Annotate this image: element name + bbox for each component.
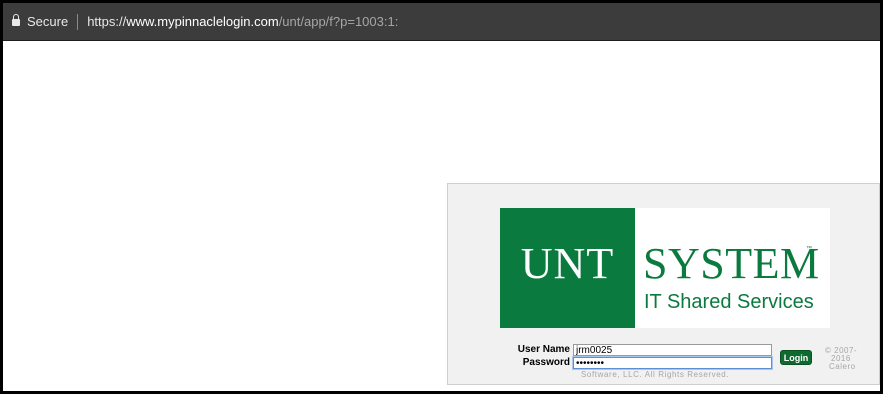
password-input[interactable] — [573, 357, 772, 369]
copyright-bottom: Software, LLC. All Rights Reserved. — [581, 370, 730, 379]
secure-label[interactable]: Secure — [27, 14, 68, 29]
lock-icon[interactable] — [12, 13, 20, 28]
logo-system-text: SYSTEM — [643, 239, 820, 288]
browser-window: Secure https://www.mypinnaclelogin.com/u… — [0, 0, 883, 394]
address-bar[interactable]: Secure https://www.mypinnaclelogin.com/u… — [3, 3, 880, 41]
login-panel: UNT SYSTEM ™ IT Shared Services User Nam… — [447, 183, 880, 385]
copyright-line: Calero — [829, 362, 856, 371]
username-input[interactable] — [573, 344, 772, 356]
logo-unt-text: UNT — [520, 239, 615, 288]
password-label: Password — [522, 357, 570, 368]
address-bar-divider — [77, 13, 79, 30]
copyright-side: © 2007- 2016 Calero — [825, 347, 867, 371]
url-path: /unt/app/f?p=1003:1: — [278, 14, 399, 29]
url-text[interactable]: https://www.mypinnaclelogin.com/unt/app/… — [87, 14, 398, 29]
url-host: www.mypinnaclelogin.com — [126, 14, 279, 29]
url-scheme: https:// — [87, 14, 127, 29]
logo-subtitle: IT Shared Services — [644, 291, 814, 313]
username-label: User Name — [517, 344, 570, 355]
logo-trademark: ™ — [806, 246, 812, 252]
login-button[interactable]: Login — [780, 350, 812, 365]
unt-system-logo: UNT SYSTEM ™ IT Shared Services — [500, 208, 830, 328]
